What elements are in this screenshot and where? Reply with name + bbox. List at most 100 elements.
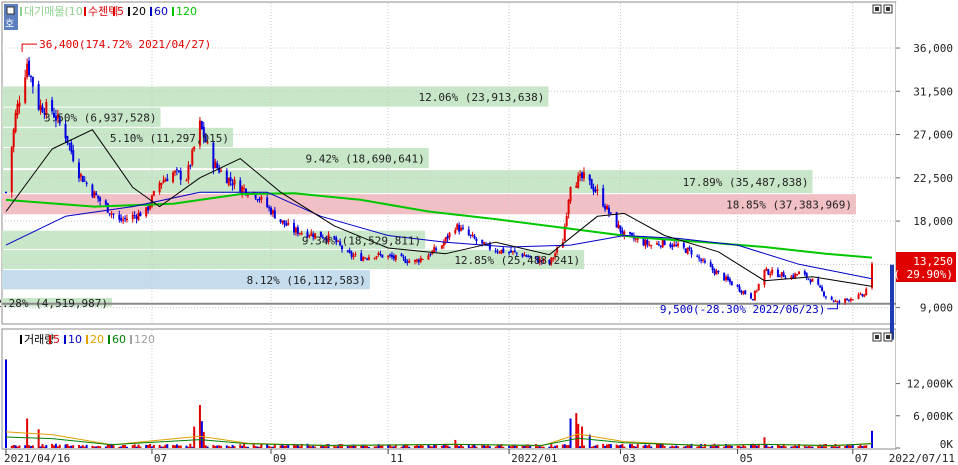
legend-marker-5 — [172, 7, 174, 16]
volume-bar-276 — [750, 444, 753, 448]
legend-marker-3 — [86, 335, 88, 344]
candle-body-284 — [769, 274, 772, 276]
volume-bar-172 — [469, 446, 472, 448]
candle-body-184 — [500, 249, 503, 254]
candle-body-294 — [796, 274, 799, 276]
volume-bar-176 — [481, 445, 484, 448]
candle-body-2 — [12, 129, 15, 148]
volume-bar-212 — [577, 423, 580, 448]
volume-bar-216 — [588, 434, 591, 448]
legend-marker-0 — [20, 7, 22, 16]
candle-body-219 — [594, 189, 597, 192]
legend-item-3: 20 — [132, 5, 146, 18]
volume-bar-68 — [189, 443, 192, 448]
candle-body-268 — [726, 276, 729, 280]
volume-bar-290 — [784, 446, 787, 448]
volume-bar-217 — [590, 446, 593, 448]
volume-bar-21 — [64, 444, 67, 448]
menu-tab-label: 호 — [5, 18, 14, 30]
volume-bar-279 — [755, 445, 758, 448]
candle-body-50 — [139, 212, 142, 217]
candle-body-248 — [673, 244, 676, 247]
volume-bar-214 — [581, 426, 584, 448]
volume-bar-151 — [413, 445, 416, 448]
volume-bar-8 — [28, 445, 31, 448]
candle-body-148 — [404, 258, 407, 263]
candle-body-38 — [108, 213, 111, 215]
candle-body-127 — [348, 250, 351, 253]
candle-body-24 — [70, 142, 73, 152]
candle-body-66 — [185, 180, 188, 182]
candle-body-222 — [604, 206, 607, 210]
candle-body-289 — [782, 272, 785, 278]
candle-body-76 — [212, 142, 215, 169]
volume-bar-175 — [475, 446, 478, 448]
volume-bar-230 — [623, 446, 626, 448]
candle-body-43 — [122, 219, 125, 221]
candle-body-154 — [419, 258, 422, 263]
candle-body-31 — [91, 184, 94, 197]
candle-body-275 — [744, 290, 747, 295]
candle-body-309 — [836, 301, 839, 303]
volume-bar-311 — [844, 446, 847, 448]
candle-body-151 — [413, 259, 416, 262]
candle-body-62 — [173, 171, 176, 173]
volume-bar-84 — [231, 444, 234, 448]
candle-body-138 — [377, 252, 380, 255]
candle-body-23 — [68, 143, 71, 145]
volume-bar-78 — [216, 445, 219, 448]
volume-bar-236 — [642, 445, 645, 448]
volume-bar-252 — [684, 446, 687, 448]
candle-body-180 — [488, 243, 491, 250]
profile-label-4: 18.85% (37,383,969) — [726, 199, 852, 212]
volume-bar-272 — [738, 445, 741, 448]
candle-body-68 — [189, 165, 192, 167]
candle-body-211 — [575, 185, 578, 188]
candle-body-277 — [751, 299, 754, 301]
volume-bar-168 — [458, 446, 461, 448]
volume-bar-228 — [619, 444, 622, 448]
candle-body-27 — [79, 173, 82, 177]
candle-body-283 — [767, 269, 770, 275]
candle-body-141 — [387, 255, 390, 258]
candle-body-243 — [659, 245, 662, 247]
candle-body-1 — [10, 146, 13, 193]
candle-body-47 — [133, 215, 136, 217]
volume-bar-234 — [634, 446, 637, 448]
volume-panel-frame — [1, 328, 897, 450]
volume-bar-43 — [122, 444, 125, 448]
y-tick-label-4: 27,000 — [913, 129, 953, 142]
candle-body-144 — [392, 255, 395, 259]
volume-bar-160 — [435, 445, 438, 448]
volume-bar-58 — [162, 446, 165, 448]
candle-body-156 — [427, 255, 430, 260]
candle-body-250 — [677, 243, 680, 246]
candle-body-100 — [273, 210, 276, 219]
candle-body-152 — [415, 259, 418, 262]
candle-body-278 — [753, 291, 756, 301]
volume-bar-294 — [796, 446, 799, 448]
candle-body-146 — [400, 253, 403, 257]
volume-bar-292 — [792, 446, 795, 448]
candle-body-208 — [565, 215, 568, 226]
volume-bar-241 — [655, 443, 658, 448]
candle-body-77 — [214, 161, 217, 169]
candle-body-279 — [755, 290, 758, 292]
volume-bar-79 — [218, 445, 221, 448]
volume-bar-9 — [29, 446, 32, 448]
x-end-label: 2022/07/11 — [889, 452, 955, 465]
candle-body-303 — [821, 287, 824, 291]
volume-bar-32 — [93, 446, 96, 448]
legend-item-2: 5 — [117, 5, 124, 18]
legend-marker-2 — [113, 7, 115, 16]
volume-bar-86 — [239, 444, 242, 448]
candle-body-321 — [871, 263, 873, 288]
candle-body-82 — [227, 177, 230, 185]
volume-bar-99 — [271, 446, 274, 448]
candle-body-133 — [364, 257, 367, 259]
volume-bar-143 — [390, 446, 393, 448]
volume-bar-144 — [392, 446, 395, 448]
volume-bar-181 — [494, 446, 497, 448]
volume-bar-288 — [780, 446, 783, 448]
volume-bar-60 — [166, 444, 169, 448]
